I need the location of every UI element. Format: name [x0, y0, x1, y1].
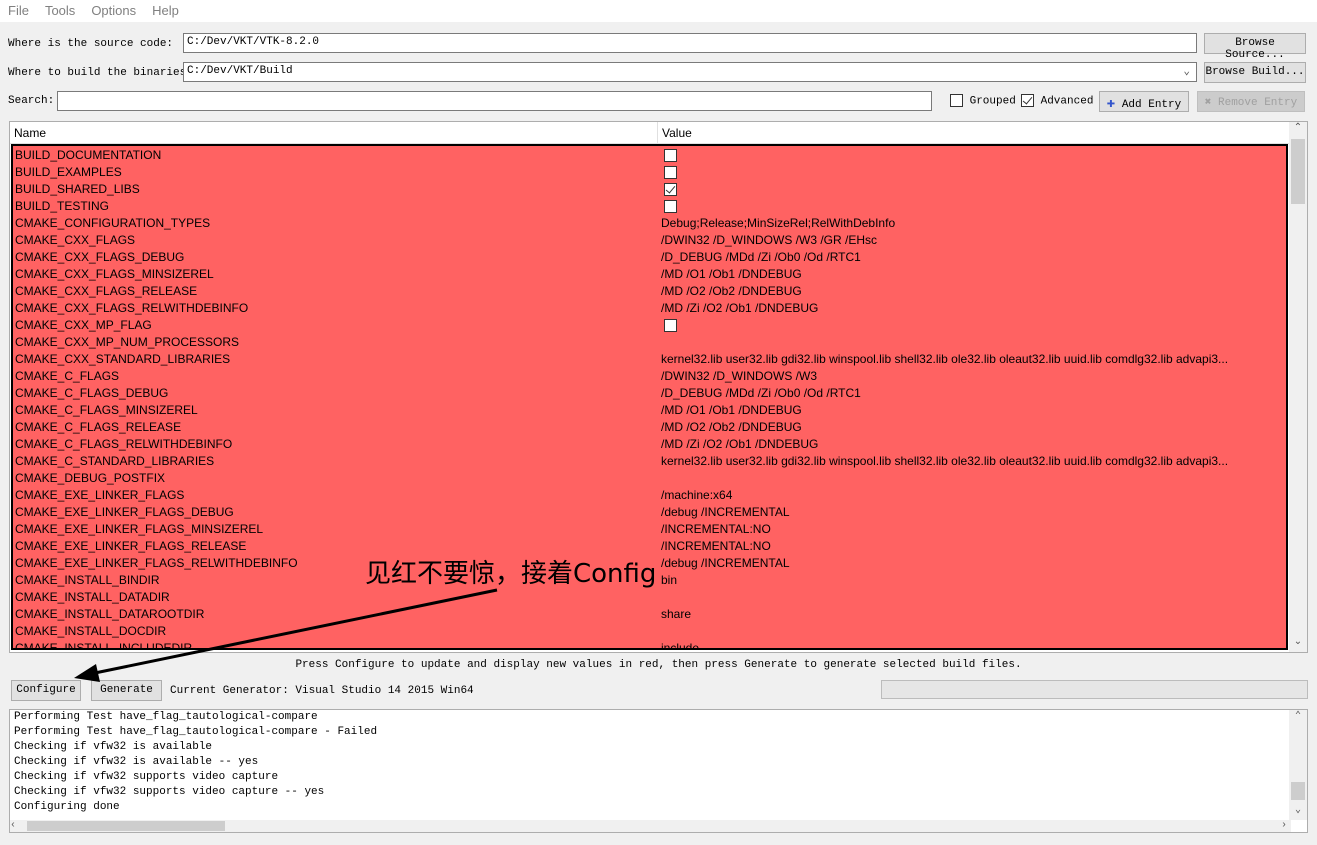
annotation-arrow [74, 588, 498, 682]
